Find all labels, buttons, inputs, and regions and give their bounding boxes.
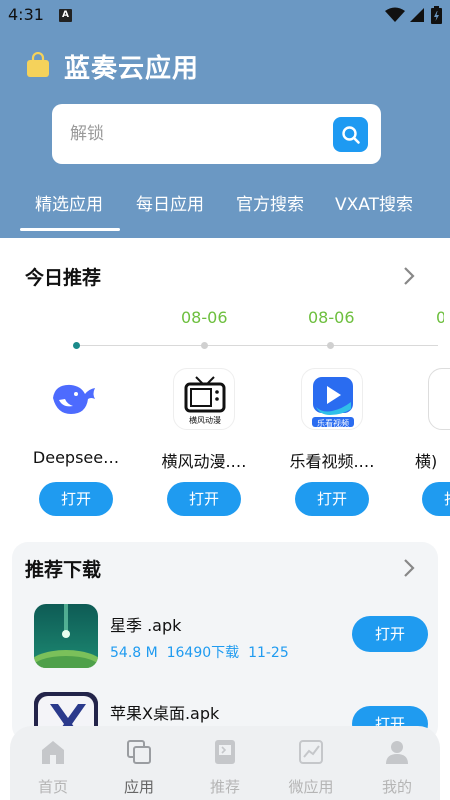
nav-item-apps[interactable]: 应用 — [96, 726, 182, 800]
open-button[interactable]: 打开 — [352, 616, 428, 652]
app-name: 横风动漫.… — [161, 452, 247, 471]
app-name: 横) — [415, 452, 438, 471]
search-box — [52, 104, 381, 164]
timeline-dot — [327, 342, 334, 349]
wifi-icon — [385, 7, 405, 22]
planet-icon — [34, 604, 98, 668]
open-button[interactable]: 打开 — [422, 482, 450, 516]
tv-icon-caption: 横风动漫 — [189, 416, 221, 425]
search-button[interactable] — [333, 117, 368, 152]
timeline-dot — [73, 342, 80, 349]
chevron-right-icon[interactable] — [402, 266, 416, 286]
timeline-dot — [201, 342, 208, 349]
active-tab-indicator — [20, 228, 120, 231]
tab-vxat-search[interactable]: VXAT搜索 — [335, 190, 413, 215]
tab-official-search[interactable]: 官方搜索 — [236, 190, 304, 215]
download-name: 苹果X桌面.apk — [110, 704, 220, 723]
nav-label: 推荐 — [209, 778, 240, 796]
shopping-bag-icon — [27, 52, 49, 77]
nav-label: 微应用 — [288, 778, 334, 796]
profile-icon — [386, 741, 408, 764]
recommend-icon — [215, 740, 235, 764]
download-row[interactable]: 星季 .apk 54.8 M 16490下载 11-25 打开 — [12, 600, 438, 690]
timeline-date: 08-06 — [308, 308, 355, 327]
status-time: 4:31 — [8, 5, 44, 24]
play-icon-caption: 乐看视频 — [317, 419, 349, 428]
app-name: 乐看视频.… — [289, 452, 375, 471]
search-input[interactable] — [70, 104, 320, 164]
nav-item-micro-apps[interactable]: 微应用 — [268, 726, 354, 800]
today-section-title: 今日推荐 — [25, 267, 102, 289]
nav-item-profile[interactable]: 我的 — [354, 726, 440, 800]
category-tabs: 精选应用 每日应用 官方搜索 VXAT搜索 — [0, 180, 450, 231]
download-name: 星季 .apk — [110, 616, 182, 635]
nav-label: 应用 — [123, 778, 154, 796]
partial-icon — [428, 368, 450, 430]
download-section-title: 推荐下载 — [25, 559, 102, 581]
tab-selected-apps[interactable]: 精选应用 — [35, 190, 103, 215]
open-button[interactable]: 打开 — [295, 482, 369, 516]
search-icon — [341, 125, 360, 144]
apps-icon — [127, 740, 151, 764]
timeline-date: 08-06 — [181, 308, 228, 327]
chart-icon — [299, 740, 323, 764]
bottom-nav: 首页 应用 推荐 微应用 我的 — [10, 726, 440, 800]
open-button[interactable]: 打开 — [167, 482, 241, 516]
home-icon — [42, 741, 64, 764]
open-button[interactable]: 打开 — [39, 482, 113, 516]
play-icon: 乐看视频 — [301, 368, 363, 430]
tv-icon: 横风动漫 — [173, 368, 235, 430]
download-meta: 54.8 M 16490下载 11-25 — [110, 642, 289, 662]
nav-label: 我的 — [381, 778, 412, 796]
download-count: 16490下载 — [166, 645, 240, 661]
status-bar: 4:31 A — [0, 0, 450, 32]
download-panel: 推荐下载 星季 .apk 54.8 M 16490下载 11-25 打开 苹果X… — [12, 542, 438, 756]
whale-icon — [45, 368, 107, 430]
nav-item-recommend[interactable]: 推荐 — [182, 726, 268, 800]
app-card-partial[interactable]: 横) 打开 — [400, 368, 450, 528]
signal-icon — [410, 8, 424, 22]
chevron-right-icon[interactable] — [402, 558, 416, 578]
nav-item-home[interactable]: 首页 — [10, 726, 96, 800]
download-size: 54.8 M — [110, 645, 158, 661]
download-date: 11-25 — [248, 645, 289, 661]
battery-icon — [431, 6, 442, 24]
timeline-line — [76, 345, 438, 346]
notification-icon: A — [59, 9, 72, 22]
timeline-date-partial: 0 — [436, 308, 444, 327]
app-name: Deepsee… — [32, 448, 120, 467]
tab-daily-apps[interactable]: 每日应用 — [136, 190, 204, 215]
app-title: 蓝奏云应用 — [64, 54, 200, 84]
nav-label: 首页 — [37, 778, 68, 796]
